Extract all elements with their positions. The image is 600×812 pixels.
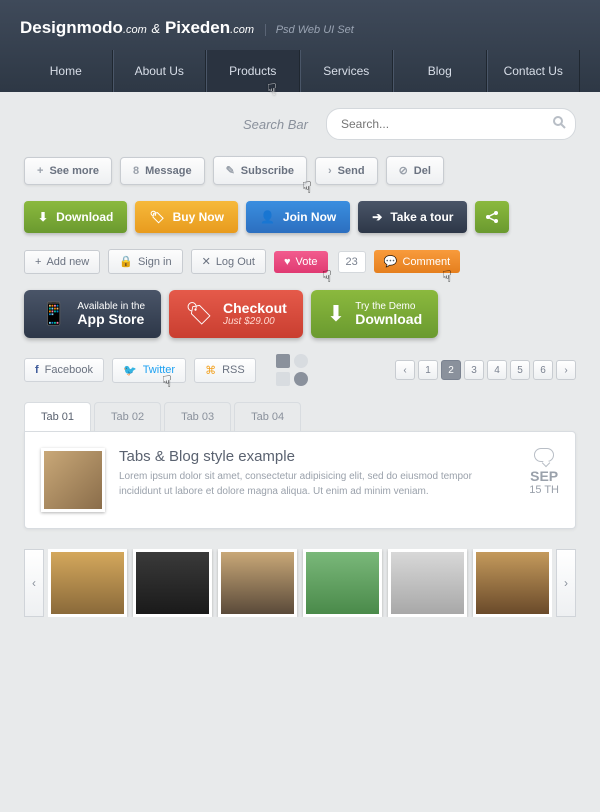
tag-icon: 🏷 [185,301,213,327]
facebook-icon: f [35,364,39,376]
demo-download-button[interactable]: ⬇ Try the DemoDownload [311,290,438,338]
appstore-button[interactable]: 📱 Available in theApp Store [24,290,161,338]
see-more-button[interactable]: +See more [24,157,112,185]
twitter-icon: 🐦 [123,364,137,377]
user-icon: 👤 [260,210,275,224]
search-label: Search Bar [243,117,308,132]
page-prev[interactable]: ‹ [395,360,415,380]
page-4[interactable]: 4 [487,360,507,380]
phone-icon: 📱 [40,301,67,327]
thumbnail[interactable] [388,549,467,617]
join-button[interactable]: 👤Join Now [246,201,350,233]
page-5[interactable]: 5 [510,360,530,380]
page-2[interactable]: 2 [441,360,461,380]
share-icon [485,210,499,224]
tab-3[interactable]: Tab 03 [164,402,231,431]
tag-icon: 🏷 [149,210,164,224]
message-icon: 8 [133,165,139,177]
nav-home[interactable]: Home [20,50,113,92]
nav-about[interactable]: About Us [113,50,207,92]
thumbnail[interactable] [218,549,297,617]
nav-contact[interactable]: Contact Us [487,50,581,92]
plus-icon: + [35,256,41,268]
carousel-next[interactable]: › [556,549,576,617]
buy-button[interactable]: 🏷Buy Now [135,201,238,233]
page-next[interactable]: › [556,360,576,380]
download-icon: ⬇ [327,301,345,327]
nav-products[interactable]: Products [206,50,300,92]
tab-title: Tabs & Blog style example [119,448,515,465]
toggle-square-on[interactable] [276,354,290,368]
thumbnail[interactable] [473,549,552,617]
avatar [41,448,105,512]
checkout-button[interactable]: 🏷 CheckoutJust $29.00 [169,290,303,338]
download-button[interactable]: ⬇Download [24,201,127,233]
toggle-circle-off[interactable] [294,354,308,368]
toggle-circle-on[interactable] [294,372,308,386]
heart-icon: ♥ [284,256,291,268]
vote-button[interactable]: ♥Vote [274,251,328,273]
brand-title: Designmodo.com & Pixeden.com Psd Web UI … [20,18,580,50]
page-3[interactable]: 3 [464,360,484,380]
search-box [326,108,576,140]
main-nav: Home About Us Products Services Blog Con… [20,50,580,92]
comment-button[interactable]: 💬Comment [374,250,460,273]
send-button[interactable]: ›Send [315,157,378,185]
share-button[interactable] [475,201,509,233]
comment-bubble-icon [534,448,554,462]
search-input[interactable] [326,108,576,140]
delete-icon: ⊘ [399,164,408,177]
toggle-square-off[interactable] [276,372,290,386]
tab-body: Lorem ipsum dolor sit amet, consectetur … [119,469,515,499]
edit-icon: ✎ [226,164,235,177]
thumbnail[interactable] [48,549,127,617]
nav-blog[interactable]: Blog [393,50,487,92]
rss-button[interactable]: ⌘RSS [194,358,256,383]
twitter-button[interactable]: 🐦Twitter [112,358,186,383]
delete-button[interactable]: ⊘Del [386,156,444,185]
carousel-prev[interactable]: ‹ [24,549,44,617]
sign-in-button[interactable]: 🔒Sign in [108,249,182,274]
carousel: ‹ › [24,549,576,617]
date-badge: SEP 15 TH [529,448,559,496]
facebook-button[interactable]: fFacebook [24,358,104,382]
download-icon: ⬇ [38,210,48,224]
lock-icon: 🔒 [119,255,133,268]
message-button[interactable]: 8Message [120,157,205,185]
comment-icon: 💬 [384,255,398,268]
search-icon [552,115,566,129]
rss-icon: ⌘ [205,364,216,377]
close-icon: ✕ [202,255,211,268]
nav-services[interactable]: Services [300,50,394,92]
tab-2[interactable]: Tab 02 [94,402,161,431]
tab-4[interactable]: Tab 04 [234,402,301,431]
thumbnail[interactable] [303,549,382,617]
pagination: ‹ 1 2 3 4 5 6 › [395,360,576,380]
vote-count: 23 [338,251,366,273]
plus-icon: + [37,165,43,177]
chevron-right-icon: › [328,165,332,177]
add-new-button[interactable]: +Add new [24,250,100,274]
tab-panel: Tabs & Blog style example Lorem ipsum do… [24,431,576,529]
page-1[interactable]: 1 [418,360,438,380]
logout-button[interactable]: ✕Log Out [191,249,266,274]
tab-list: Tab 01 Tab 02 Tab 03 Tab 04 [24,402,576,431]
arrow-right-icon: ➔ [372,210,382,224]
tour-button[interactable]: ➔Take a tour [358,201,467,233]
tab-1[interactable]: Tab 01 [24,402,91,431]
page-6[interactable]: 6 [533,360,553,380]
thumbnail[interactable] [133,549,212,617]
subscribe-button[interactable]: ✎Subscribe [213,156,307,185]
